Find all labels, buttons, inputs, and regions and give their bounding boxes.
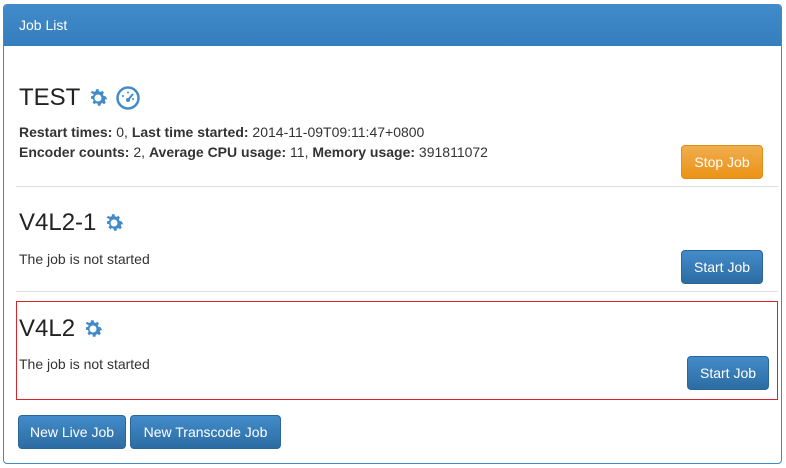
job-stats-line-2: Encoder counts: 2, Average CPU usage: 11… — [19, 142, 488, 162]
restart-label: Restart times: — [19, 124, 113, 140]
job-title-row: V4L2 — [19, 315, 105, 343]
gear-icon[interactable] — [81, 317, 105, 341]
job-stats: Restart times: 0, Last time started: 201… — [19, 122, 488, 162]
job-stats-line-1: Restart times: 0, Last time started: 201… — [19, 122, 488, 142]
job-list-panel: Job List TEST Restart times: 0, Last tim… — [3, 4, 782, 464]
memory-label: Memory usage: — [312, 144, 416, 160]
new-live-job-button[interactable]: New Live Job — [18, 415, 126, 449]
new-transcode-job-button[interactable]: New Transcode Job — [130, 415, 281, 449]
dashboard-icon[interactable] — [116, 86, 141, 110]
job-title-row: V4L2-1 — [19, 209, 126, 237]
job-name: V4L2-1 — [19, 209, 97, 236]
start-job-button[interactable]: Start Job — [681, 250, 763, 284]
panel-heading: Job List — [4, 5, 781, 46]
job-status: The job is not started — [19, 356, 150, 372]
job-name: V4L2 — [19, 315, 76, 342]
gear-icon[interactable] — [102, 211, 126, 235]
encoder-value: 2, — [129, 144, 149, 160]
last-started-label: Last time started: — [131, 124, 249, 140]
restart-value: 0, — [112, 124, 132, 140]
encoder-label: Encoder counts: — [19, 144, 130, 160]
cpu-label: Average CPU usage: — [148, 144, 287, 160]
start-job-button[interactable]: Start Job — [687, 356, 769, 390]
job-item: TEST Restart times: 0, Last time started… — [16, 60, 778, 187]
gear-icon[interactable] — [86, 86, 110, 110]
cpu-value: 11, — [286, 144, 313, 160]
memory-value: 391811072 — [415, 144, 488, 160]
job-name: TEST — [19, 84, 81, 111]
stop-job-button[interactable]: Stop Job — [681, 145, 763, 179]
job-title-row: TEST — [19, 84, 141, 112]
last-started-value: 2014-11-09T09:11:47+0800 — [248, 124, 425, 140]
job-item: V4L2-1 The job is not started Start Job — [16, 187, 778, 292]
job-item-selected: V4L2 The job is not started Start Job — [16, 301, 778, 400]
job-status: The job is not started — [19, 251, 150, 267]
